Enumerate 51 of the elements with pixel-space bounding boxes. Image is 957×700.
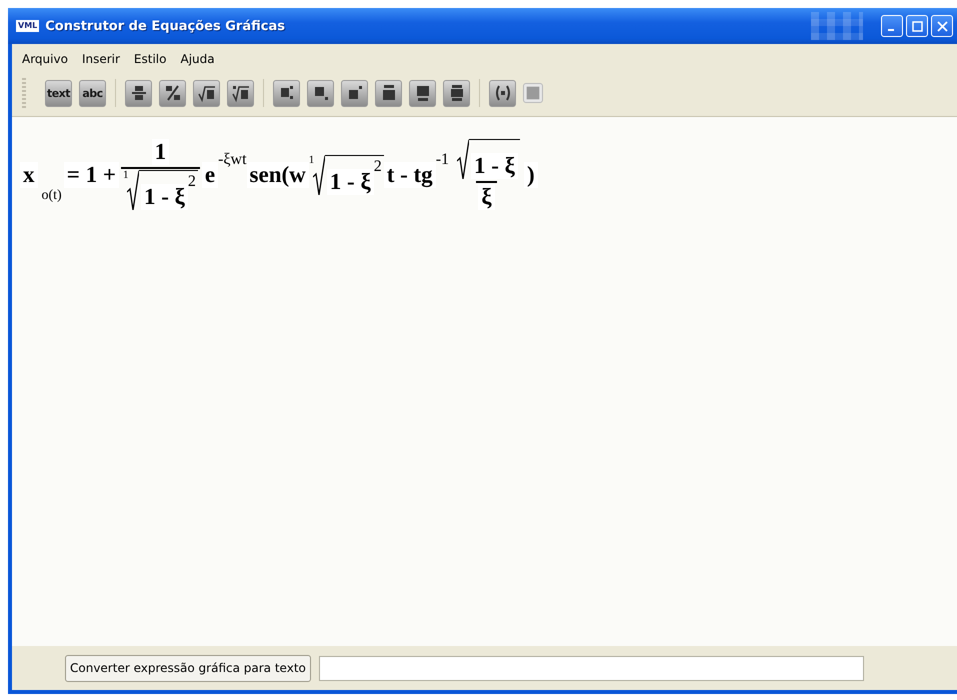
- underscript-button[interactable]: [409, 80, 436, 106]
- fraction-button[interactable]: [125, 80, 152, 106]
- lower-index-button[interactable]: [307, 80, 334, 106]
- nth-root-button[interactable]: [227, 80, 254, 106]
- menu-item[interactable]: Inserir: [82, 52, 120, 66]
- root-index: 1: [122, 170, 128, 181]
- equation-text: ξ: [478, 184, 495, 210]
- superscript-text: 2: [374, 158, 382, 176]
- text-mode-button[interactable]: abc: [79, 80, 106, 106]
- radical-sign: [126, 170, 139, 210]
- close-icon: [936, 20, 948, 32]
- subscript-text: o(t): [40, 188, 63, 204]
- equation-text: t - tg: [384, 162, 436, 188]
- superscript-text: 2: [188, 173, 196, 191]
- minimize-button[interactable]: [881, 15, 903, 37]
- equation-text: 1 - ξ: [140, 184, 188, 210]
- app-logo: VML: [16, 20, 40, 32]
- close-button[interactable]: [931, 15, 953, 37]
- superscript-button[interactable]: [341, 80, 368, 106]
- equation-text: ): [524, 162, 538, 188]
- radical-sign: [457, 139, 470, 179]
- equation-text: 1 - ξ: [326, 168, 374, 194]
- root-index: 1: [308, 154, 314, 166]
- slash-fraction-button[interactable]: [159, 80, 186, 106]
- equation-text: e: [202, 162, 218, 188]
- text-mode-button[interactable]: text: [45, 80, 72, 106]
- equation-text: sen(w: [246, 162, 309, 188]
- equation-text: 1: [152, 139, 170, 165]
- equation-text: 1 - ξ: [471, 153, 518, 179]
- convert-button[interactable]: Converter expressão gráfica para texto: [65, 654, 311, 682]
- subscript-button[interactable]: [273, 80, 300, 106]
- equation-text: x: [20, 162, 38, 188]
- toolbar-grip[interactable]: [22, 78, 26, 108]
- maximize-icon: [912, 20, 922, 32]
- over-under-button[interactable]: [443, 80, 470, 106]
- menu-item[interactable]: Ajuda: [180, 52, 215, 66]
- menu-item[interactable]: Estilo: [134, 52, 166, 66]
- nth-root-icon: [230, 83, 250, 103]
- parentheses-button[interactable]: [489, 80, 516, 106]
- superscript-text: -ξwt: [218, 151, 247, 169]
- menu-item[interactable]: Arquivo: [22, 52, 68, 66]
- minimize-icon: [888, 28, 894, 30]
- title-pattern: [810, 12, 863, 40]
- maximize-button[interactable]: [906, 15, 928, 37]
- square-root-button[interactable]: [193, 80, 220, 106]
- overscript-button[interactable]: [375, 80, 402, 106]
- output-field[interactable]: [318, 656, 864, 680]
- window-title: Construtor de Equações Gráficas: [45, 18, 285, 34]
- superscript-text: -1: [436, 151, 450, 169]
- radical-sign: [312, 154, 325, 194]
- equation-text: = 1 +: [64, 162, 119, 188]
